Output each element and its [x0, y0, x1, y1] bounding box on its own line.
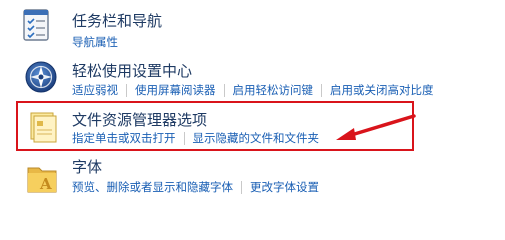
item-links-taskbar: 导航属性	[72, 35, 118, 49]
item-links-fonts: 预览、删除或者显示和隐藏字体 更改字体设置	[72, 180, 319, 194]
link-low-vision[interactable]: 适应弱视	[72, 83, 118, 97]
control-panel-item-ease-of-access: 轻松使用设置中心 适应弱视 使用屏幕阅读器 启用轻松访问键 启用或关闭高对比度	[0, 52, 505, 100]
control-panel-item-fonts: A 字体 预览、删除或者显示和隐藏字体 更改字体设置	[0, 154, 505, 205]
link-separator	[241, 180, 242, 194]
link-navigation-properties[interactable]: 导航属性	[72, 35, 118, 49]
taskbar-checklist-icon[interactable]	[20, 8, 54, 44]
link-high-contrast[interactable]: 启用或关闭高对比度	[330, 83, 434, 97]
svg-text:A: A	[39, 175, 52, 193]
item-title-fonts[interactable]: 字体	[72, 158, 102, 176]
link-separator	[126, 83, 127, 97]
item-title-taskbar[interactable]: 任务栏和导航	[72, 12, 162, 30]
link-separator	[321, 83, 322, 97]
ease-of-access-icon[interactable]	[24, 60, 58, 94]
link-access-keys[interactable]: 启用轻松访问键	[233, 83, 314, 97]
link-screen-reader[interactable]: 使用屏幕阅读器	[135, 83, 216, 97]
control-panel-item-taskbar: 任务栏和导航 导航属性	[0, 0, 505, 50]
link-separator	[223, 83, 225, 97]
link-preview-delete-fonts[interactable]: 预览、删除或者显示和隐藏字体	[72, 180, 233, 194]
annotation-arrow	[336, 114, 416, 140]
item-links-ease-of-access: 适应弱视 使用屏幕阅读器 启用轻松访问键 启用或关闭高对比度	[72, 83, 434, 97]
link-change-font-settings[interactable]: 更改字体设置	[250, 180, 319, 194]
item-title-ease-of-access[interactable]: 轻松使用设置中心	[72, 62, 192, 80]
fonts-folder-icon[interactable]: A	[26, 160, 62, 196]
